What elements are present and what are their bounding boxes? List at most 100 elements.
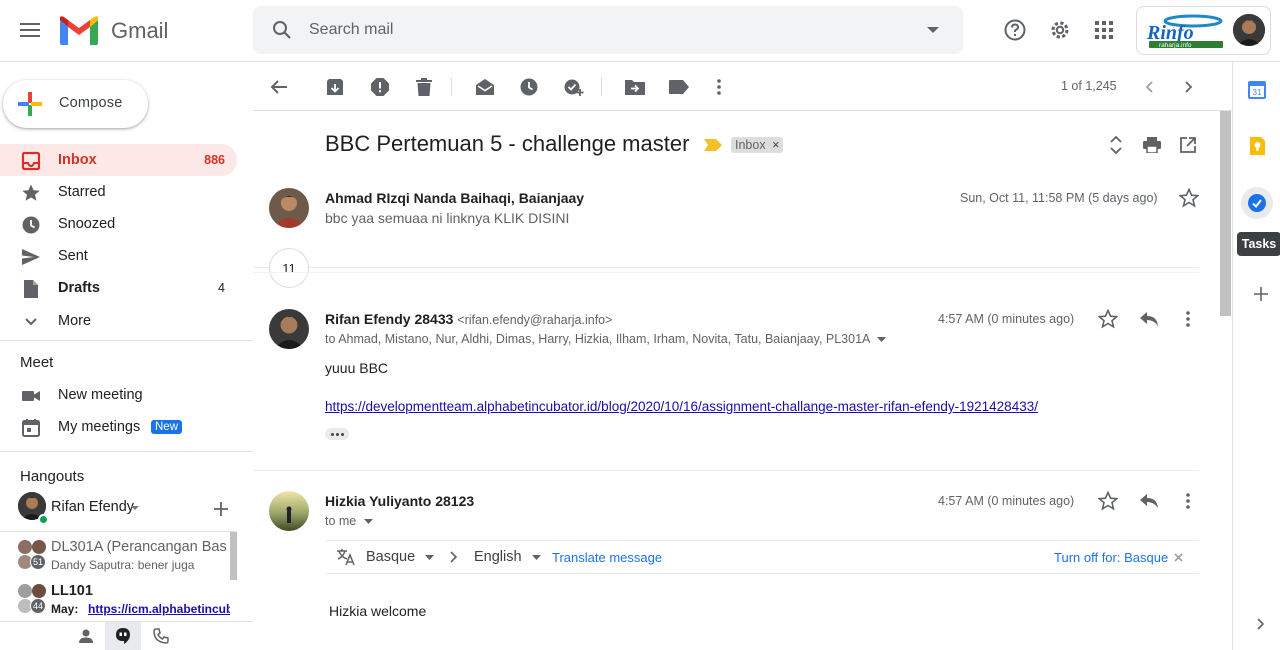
video-camera-icon (22, 391, 40, 401)
sidebar-divider (0, 451, 253, 452)
star-outline-icon[interactable] (1098, 491, 1118, 511)
sidebar-item-label: Starred (58, 184, 106, 200)
apps-button[interactable] (1084, 10, 1124, 50)
caret-down-icon[interactable] (363, 519, 373, 525)
snooze-button[interactable] (509, 67, 549, 107)
star-outline-icon[interactable] (1098, 309, 1118, 329)
settings-button[interactable] (1040, 10, 1080, 50)
recipients[interactable]: to Ahmad, Mistano, Nur, Aldhi, Dimas, Ha… (325, 332, 887, 346)
contacts-tab[interactable] (70, 622, 102, 650)
mark-unread-button[interactable] (465, 67, 505, 107)
sidebar-item-inbox[interactable]: Inbox 886 (0, 144, 237, 176)
message-snippet[interactable]: bbc yaa semuaa ni linknya KLIK DISINI (325, 210, 569, 226)
open-new-window-button[interactable] (1168, 125, 1208, 165)
remove-label-icon[interactable]: × (772, 138, 779, 152)
main-menu-button[interactable] (10, 10, 50, 50)
send-icon (22, 249, 40, 265)
newer-button[interactable] (1129, 67, 1169, 107)
my-meetings-label: My meetings (58, 419, 141, 435)
caret-down-icon[interactable] (877, 337, 887, 343)
labels-button[interactable] (659, 67, 699, 107)
account-avatar[interactable] (1233, 14, 1265, 46)
sidebar-item-drafts[interactable]: Drafts 4 (0, 272, 237, 304)
chevron-right-icon[interactable] (1257, 618, 1265, 630)
add-icon[interactable] (1254, 287, 1268, 301)
source-language-select[interactable]: Basque (366, 549, 435, 565)
recipients[interactable]: to me (325, 514, 373, 528)
member-count-badge: 44 (30, 598, 46, 614)
target-language-select[interactable]: English (474, 549, 541, 565)
main-scrollbar[interactable] (1220, 111, 1231, 316)
hangout-conversation[interactable]: 44 LL101 May: https://icm.alphabetincuba (0, 578, 237, 620)
move-to-button[interactable] (615, 67, 655, 107)
conversations-tab[interactable] (105, 622, 141, 650)
calendar-app-button[interactable]: 31 (1241, 74, 1273, 106)
message-sender[interactable]: Ahmad RIzqi Nanda Baihaqi, Baianjaay (325, 190, 584, 206)
search-icon (273, 21, 291, 39)
search-bar[interactable] (253, 6, 963, 54)
hangout-conversation[interactable]: 51 DL301A (Perancangan Basis D Dandy Sap… (0, 534, 237, 576)
reply-icon[interactable] (1139, 311, 1159, 327)
add-icon[interactable] (213, 501, 229, 517)
support-button[interactable] (995, 10, 1035, 50)
archive-button[interactable] (315, 67, 355, 107)
search-options-button[interactable] (913, 10, 953, 50)
my-meetings-button[interactable]: My meetings New (0, 411, 237, 443)
compose-plus-icon (18, 92, 42, 116)
reply-icon[interactable] (1139, 493, 1159, 509)
hangouts-user-name[interactable]: Rifan Efendy (51, 499, 134, 515)
conversation-snippet-link[interactable]: https://icm.alphabetincuba (88, 602, 230, 616)
more-actions-button[interactable] (699, 67, 739, 107)
close-icon[interactable] (1174, 553, 1183, 562)
hangouts-scrollbar[interactable] (230, 532, 237, 580)
account-switcher[interactable]: Rinfo raharja.info (1136, 6, 1271, 55)
dot-icon (330, 432, 334, 436)
search-input[interactable] (309, 18, 889, 42)
collapsed-messages-count[interactable]: 11 (269, 248, 309, 288)
message-divider (253, 470, 1199, 471)
keep-app-button[interactable] (1241, 130, 1273, 162)
sidebar-item-starred[interactable]: Starred (0, 176, 237, 208)
expand-all-button[interactable] (1096, 125, 1136, 165)
new-meeting-button[interactable]: New meeting (0, 379, 237, 411)
sidebar-item-label: Inbox (58, 152, 97, 168)
translate-message-button[interactable]: Translate message (552, 550, 662, 565)
svg-text:31: 31 (1253, 88, 1262, 97)
sidebar-item-more[interactable]: More (0, 305, 237, 337)
tasks-app-button[interactable] (1241, 187, 1273, 219)
back-button[interactable] (259, 67, 299, 107)
message-sender[interactable]: Rifan Efendy 28433 <rifan.efendy@raharja… (325, 311, 612, 327)
collapsed-divider (253, 272, 1199, 273)
translate-icon (337, 549, 355, 566)
turn-off-translate-button[interactable]: Turn off for: Basque (1054, 550, 1168, 565)
show-trimmed-content-button[interactable] (325, 428, 349, 440)
more-vert-icon[interactable] (1186, 311, 1190, 327)
clock-icon (520, 78, 538, 96)
search-button[interactable] (262, 10, 302, 50)
print-button[interactable] (1132, 125, 1172, 165)
draft-icon (24, 280, 38, 298)
chevron-down-icon (25, 318, 37, 326)
label-icon (669, 80, 689, 94)
message-link[interactable]: https://developmentteam.alphabetincubato… (325, 399, 1038, 414)
sidebar-item-sent[interactable]: Sent (0, 240, 237, 272)
message-time: 4:57 AM (0 minutes ago) (938, 312, 1075, 326)
compose-button[interactable]: Compose (3, 80, 148, 128)
delete-button[interactable] (404, 67, 444, 107)
add-to-tasks-button[interactable] (554, 67, 594, 107)
sidebar-divider (0, 531, 237, 532)
sidebar-item-snoozed[interactable]: Snoozed (0, 208, 237, 240)
message-time: 4:57 AM (0 minutes ago) (938, 494, 1075, 508)
more-vert-icon[interactable] (1186, 493, 1190, 509)
caret-down-icon[interactable] (131, 506, 139, 510)
phone-tab[interactable] (145, 622, 177, 650)
older-button[interactable] (1169, 67, 1209, 107)
message-sender[interactable]: Hizkia Yuliyanto 28123 (325, 493, 474, 509)
star-outline-icon[interactable] (1179, 188, 1199, 208)
sidebar-divider (0, 340, 253, 341)
report-spam-button[interactable] (360, 67, 400, 107)
sender-avatar (269, 188, 309, 228)
top-bar: Gmail Rinfo raharja.info (0, 0, 1280, 62)
importance-marker-icon[interactable] (704, 139, 722, 151)
gmail-logo-icon[interactable] (60, 16, 98, 45)
